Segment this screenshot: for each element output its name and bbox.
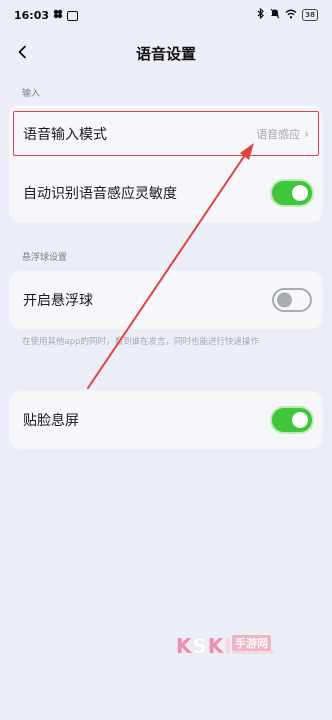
status-time: 16:03 (14, 9, 50, 22)
screen-off-on-face-toggle[interactable] (272, 408, 312, 432)
open-floating-ball-row: 开启悬浮球 (9, 271, 323, 329)
section-label-floating-ball: 悬浮球设置 (22, 253, 68, 263)
floating-ball-card: 开启悬浮球 (9, 271, 323, 329)
open-floating-ball-toggle[interactable] (272, 288, 312, 312)
auto-sensitivity-toggle[interactable] (272, 181, 312, 205)
auto-sensitivity-row: 自动识别语音感应灵敏度 (9, 163, 323, 223)
watermark-logo: KSKI 手游网 www.kski.com (176, 634, 286, 660)
watermark-url: www.kski.com (232, 649, 275, 656)
voice-input-mode-label: 语音输入模式 (23, 127, 107, 143)
voice-input-mode-value-text: 语音感应 (256, 128, 301, 141)
battery-icon: 38 (302, 9, 318, 21)
status-bar: 16:03 38 (0, 0, 332, 32)
status-left: 16:03 (14, 9, 79, 22)
voice-input-mode-row[interactable]: 语音输入模式 语音感应 › (9, 105, 323, 163)
input-settings-card: 语音输入模式 语音感应 › 自动识别语音感应灵敏度 (9, 105, 323, 223)
toggle-knob (292, 412, 308, 428)
auto-sensitivity-label: 自动识别语音感应灵敏度 (23, 186, 177, 202)
section-label-input: 输入 (22, 89, 41, 99)
toggle-knob (292, 185, 308, 201)
message-icon (67, 10, 79, 21)
screen-off-on-face-row: 贴脸息屏 (9, 391, 323, 449)
bluetooth-icon (257, 7, 265, 22)
status-right: 38 (257, 7, 318, 22)
open-floating-ball-label: 开启悬浮球 (23, 293, 93, 309)
proximity-card: 贴脸息屏 (9, 391, 323, 449)
wifi-icon (285, 9, 297, 22)
watermark-brand: KSKI (176, 634, 233, 658)
screen-off-on-face-label: 贴脸息屏 (23, 413, 79, 429)
mute-icon (270, 8, 280, 22)
voice-input-mode-value: 语音感应 › (256, 126, 309, 142)
chevron-right-icon: › (304, 127, 309, 141)
floating-ball-hint: 在使用其他app的同时，看到谁在发言，同时也能进行快速操作 (22, 337, 260, 347)
page-title: 语音设置 (135, 45, 196, 63)
nav-bar: 语音设置 (0, 32, 332, 72)
wechat-icon (53, 9, 63, 22)
toggle-knob (277, 292, 292, 308)
